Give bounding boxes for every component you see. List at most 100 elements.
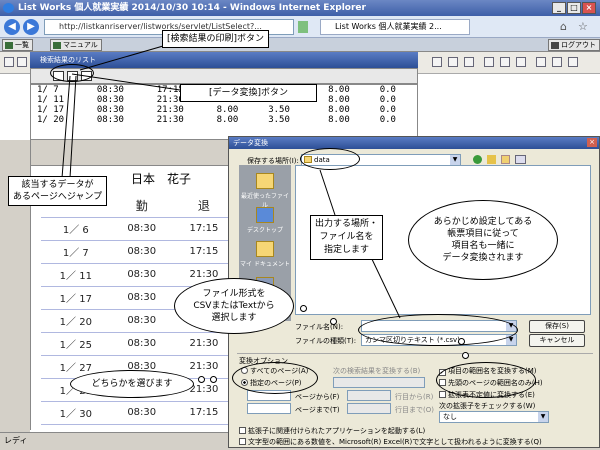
callout-jump-page: 該当するデータが あるページへジャンプ	[8, 176, 108, 206]
highlight-ring-toolbar	[50, 64, 94, 82]
highlight-ring-checkboxes	[436, 362, 536, 398]
callout-bubble	[300, 305, 307, 312]
place-desktop-label: デスクトップ	[246, 227, 283, 234]
highlight-ring-filename	[358, 314, 518, 346]
excel-text-checkbox[interactable]: 文字型の範囲にある数値を、Microsoft(R) Excel(R)で文字として…	[239, 437, 542, 447]
up-folder-icon[interactable]	[487, 155, 496, 164]
row-to-input[interactable]	[347, 403, 391, 414]
toolbar-icon-2[interactable]	[448, 57, 458, 67]
toolbar-icon-8[interactable]	[552, 57, 562, 67]
search-result-cell: 8.00	[328, 115, 350, 125]
attendance-cell: 08:30	[110, 401, 173, 425]
search-result-cell: 8.00	[216, 115, 239, 125]
highlight-ring-page-options	[232, 362, 318, 394]
documents-folder-icon	[256, 241, 274, 257]
search-result-cell: 08:30	[96, 105, 124, 115]
back-folder-icon[interactable]	[473, 155, 482, 164]
launch-app-checkbox[interactable]: 拡張子に関連付けられたアプリケーションを起動する(L)	[239, 426, 425, 436]
row-from-label: 行目から(R)	[395, 393, 434, 401]
maximize-icon[interactable]: □	[567, 2, 581, 14]
toolbar-icon-3[interactable]	[464, 57, 474, 67]
callout-convert-button: [データ変換]ボタン	[180, 84, 318, 102]
attendance-header-cell: 退	[172, 194, 236, 218]
search-result-cell: 0.0	[379, 105, 396, 115]
search-result-cell: 1/ 20	[37, 115, 65, 125]
back-arrow-icon[interactable]: ◀	[4, 19, 20, 35]
place-recent[interactable]: 最近使ったファイル	[239, 173, 291, 209]
attendance-header-cell: 勤	[110, 194, 173, 218]
search-result-cell: 8.00	[328, 105, 350, 115]
document-header-band	[31, 140, 261, 166]
forward-arrow-icon[interactable]: ▶	[23, 19, 39, 35]
toolbar-icon-7[interactable]	[536, 57, 546, 67]
place-documents[interactable]: マイ ドキュメント	[239, 241, 291, 268]
attendance-cell: 1／ 25	[41, 332, 111, 356]
minimize-icon[interactable]: _	[552, 2, 566, 14]
chevron-down-icon: ▼	[450, 155, 460, 165]
toolbar-icon-5[interactable]	[500, 57, 510, 67]
place-desktop[interactable]: デスクトップ	[239, 207, 291, 234]
callout-print-button: [検索結果の印刷]ボタン	[162, 30, 270, 48]
chevron-down-icon: ▼	[538, 412, 548, 422]
callout-preset-items: あらかじめ設定してある 帳票項目に従って 項目名も一緒に データ変換されます	[408, 200, 558, 280]
search-cond-select[interactable]	[333, 377, 425, 388]
refresh-icon[interactable]	[298, 21, 308, 33]
callout-choose-either: どちらかを選びます	[70, 370, 194, 398]
attendance-cell: 1／ 30	[41, 401, 111, 425]
window-titlebar: List Works 個人就業実績 2014/10/30 10:14 - Win…	[0, 0, 600, 16]
toolbar-icon-4[interactable]	[484, 57, 494, 67]
search-results-window-title: 検索結果のリスト	[30, 52, 418, 68]
search-result-row[interactable]: 1/ 20 08:30 21:30 8.00 3.50 8.00 0.0	[31, 115, 417, 125]
callout-bubble	[458, 338, 465, 345]
new-folder-icon[interactable]	[501, 155, 510, 164]
search-result-cell: 08:30	[96, 85, 124, 95]
view-menu-icon[interactable]	[515, 155, 526, 164]
cancel-button[interactable]: キャンセル	[529, 334, 585, 347]
search-result-cell: 1/ 17	[37, 105, 65, 115]
attendance-cell: 17:15	[172, 217, 236, 241]
page-from-label: ページから(F)	[295, 393, 340, 401]
row-from-input[interactable]	[347, 390, 391, 401]
list-button[interactable]: 一覧	[2, 39, 33, 51]
print-icon[interactable]	[17, 57, 27, 67]
suffix-select[interactable]: なし ▼	[439, 411, 549, 423]
search-result-cell: 21:30	[156, 115, 184, 125]
search-result-cell: 1/ 7	[37, 85, 59, 95]
attendance-cell: 08:30	[110, 263, 173, 287]
callout-bubble	[462, 352, 469, 359]
callout-bubble	[198, 376, 205, 383]
toolbar-icon-6[interactable]	[516, 57, 526, 67]
dialog-close-icon[interactable]: ×	[587, 138, 597, 147]
search-result-cell: 1/ 11	[37, 95, 65, 105]
list-icon	[5, 42, 13, 49]
attendance-cell: 08:30	[110, 286, 173, 310]
page-to-input[interactable]	[247, 403, 291, 414]
browser-tab[interactable]: List Works 個人就業実績 2...	[320, 19, 470, 35]
search-result-cell: 08:30	[96, 115, 124, 125]
dialog-titlebar: データ変換 ×	[229, 137, 599, 149]
save-button[interactable]: 保存(S)	[529, 320, 585, 333]
favorites-star-icon[interactable]: ☆	[578, 20, 588, 33]
search-result-cell: 08:30	[96, 95, 124, 105]
attendance-cell: 21:30	[172, 332, 236, 356]
search-result-cell: 3.50	[268, 115, 290, 125]
row-to-label: 行目まで(O)	[395, 406, 434, 414]
logout-icon	[551, 42, 559, 49]
search-result-row[interactable]: 1/ 17 08:30 21:30 8.00 3.50 8.00 0.0	[31, 105, 417, 115]
suffix-value: なし	[443, 413, 457, 421]
search-result-cell: 8.00	[328, 95, 350, 105]
toolbar-icon-9[interactable]	[568, 57, 578, 67]
toolbar-icon-1[interactable]	[432, 57, 442, 67]
close-icon[interactable]: ×	[582, 2, 596, 14]
home-icon[interactable]: ⌂	[560, 20, 567, 33]
search-result-cell: 8.00	[328, 85, 350, 95]
search-result-cell: 0.0	[379, 85, 396, 95]
status-text: レディ	[4, 436, 28, 445]
book-icon	[53, 42, 61, 49]
attendance-cell: 08:30	[110, 332, 173, 356]
save-icon[interactable]	[4, 57, 14, 67]
place-documents-label: マイ ドキュメント	[240, 261, 290, 268]
list-button-label: 一覧	[15, 41, 29, 49]
logout-button[interactable]: ログアウト	[548, 39, 600, 51]
manual-button[interactable]: マニュアル	[50, 39, 102, 51]
